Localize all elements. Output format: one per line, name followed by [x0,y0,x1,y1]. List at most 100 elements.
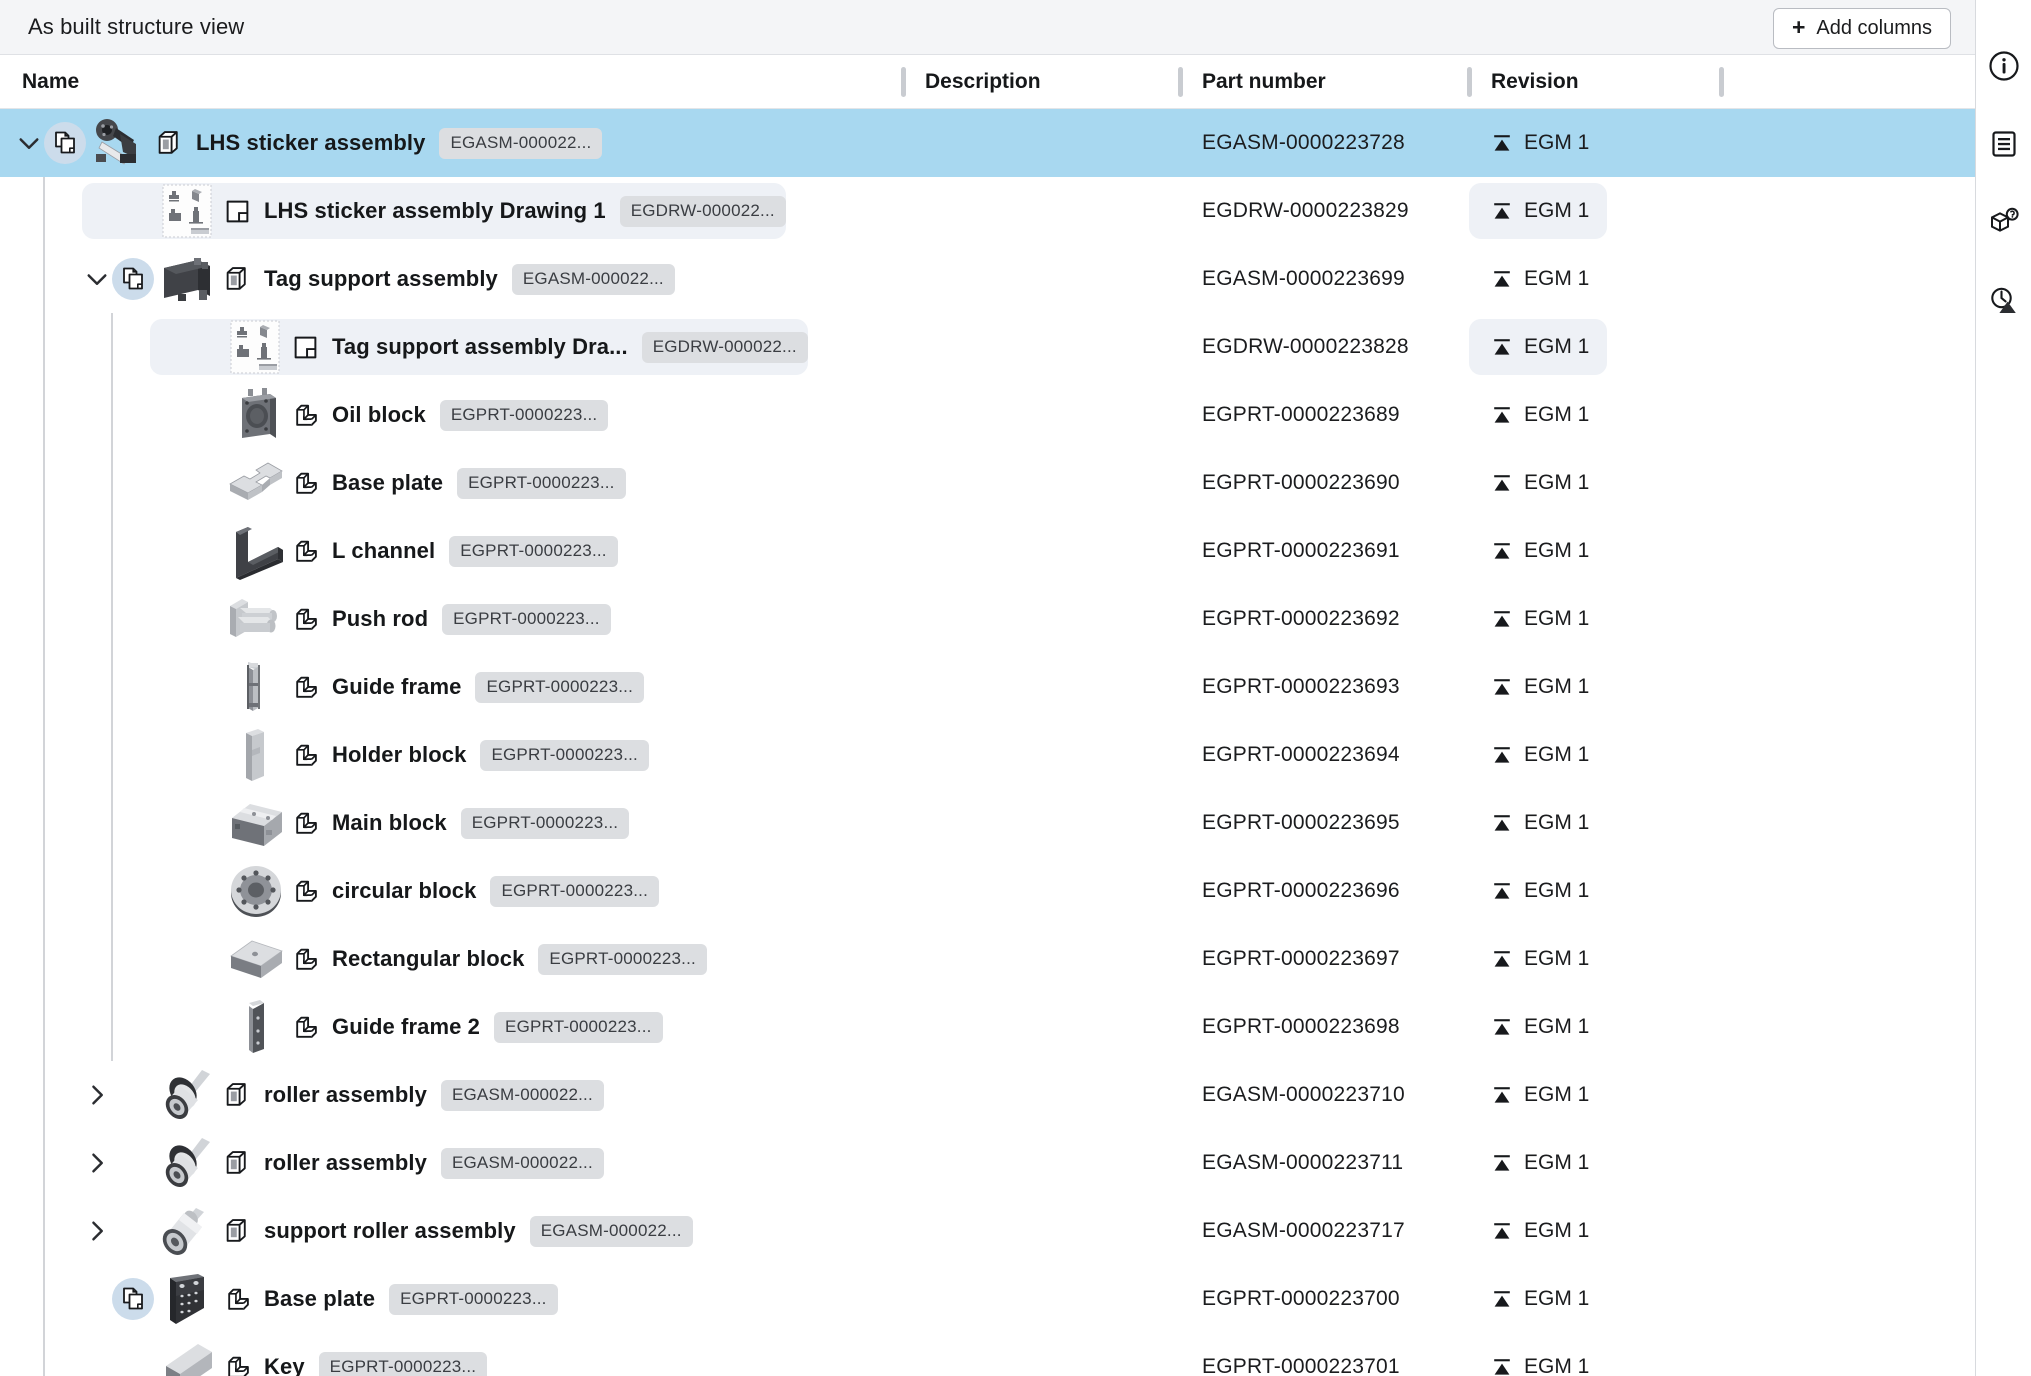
row-part-number-cell: EGASM-0000223728 [1202,131,1405,154]
chevron-right-icon [92,1085,103,1105]
row-revision-inner: EGM 1 [1469,931,1607,987]
row-identifier-tag: EGASM-000022... [440,1079,604,1111]
details-panel-button[interactable] [1984,46,2024,86]
row-revision-label: EGM 1 [1524,607,1590,630]
row-identifier-tag: EGPRT-0000223... [480,739,649,771]
row-revision-cell: EGM 1 [1469,1333,1721,1376]
row-name-cell[interactable]: Key EGPRT-0000223... [0,1333,903,1376]
table-row[interactable]: Tag support assembly EGASM-000022... EGASM… [0,245,1975,313]
column-header-name[interactable]: Name [0,55,906,108]
row-identifier-tag: EGPRT-0000223... [457,467,626,499]
tree-expander[interactable] [14,128,44,158]
revision-marker-icon [1494,135,1510,151]
row-identifier-tag: EGPRT-0000223... [439,399,609,431]
table-row[interactable]: Guide frame EGPRT-0000223... EGPRT-0000223… [0,653,1975,721]
row-name-cell[interactable]: support roller assembly EGASM-000022... [0,1197,903,1265]
copy-badge-placeholder [180,394,222,436]
structure-tree[interactable]: LHS sticker assembly EGASM-000022... EGASM… [0,109,1975,1376]
row-name-cell[interactable]: Tag support assembly Dra... EGDRW-000022.… [0,313,903,381]
row-identifier-tag: EGPRT-0000223... [460,807,630,839]
add-columns-button[interactable]: + Add columns [1772,8,1951,49]
tree-expander-placeholder [150,808,180,838]
row-label: Holder block [332,742,467,767]
table-row[interactable]: circular block EGPRT-0000223... EGPRT-0000… [0,857,1975,925]
table-row[interactable]: Oil block EGPRT-0000223... EGPRT-000022368… [0,381,1975,449]
column-header-revision[interactable]: Revision [1469,55,1724,108]
row-revision-inner: EGM 1 [1469,591,1607,647]
row-name-cell[interactable]: Base plate EGPRT-0000223... [0,1265,903,1333]
row-revision-label: EGM 1 [1524,1083,1590,1106]
row-name-cell[interactable]: Oil block EGPRT-0000223... [0,381,903,449]
row-revision-cell: EGM 1 [1469,517,1721,585]
properties-panel-button[interactable] [1984,124,2024,164]
row-label: Tag support assembly Dra... [332,334,628,359]
row-name-cell[interactable]: Guide frame EGPRT-0000223... [0,653,903,721]
table-row[interactable]: LHS sticker assembly Drawing 1 EGDRW-0000… [0,177,1975,245]
row-description-cell [903,449,1180,517]
copy-badge-placeholder [112,1210,154,1252]
row-name-cell[interactable]: circular block EGPRT-0000223... [0,857,903,925]
column-header-part-number[interactable]: Part number [1180,55,1472,108]
table-row[interactable]: Base plate EGPRT-0000223... EGPRT-00002237… [0,1265,1975,1333]
row-label: circular block [332,878,477,903]
column-header-description[interactable]: Description [903,55,1183,108]
history-panel-button[interactable] [1984,280,2024,320]
row-description-cell [903,381,1180,449]
table-header: Name Description Part number Revision [0,55,1975,109]
copy-documents-icon [55,131,75,154]
row-name-cell[interactable]: roller assembly EGASM-000022... [0,1061,903,1129]
tree-expander[interactable] [82,264,112,294]
push-rod-thumbnail-icon [230,599,277,637]
part-thumbnail [154,1064,222,1126]
tree-expander[interactable] [82,1216,112,1246]
table-row[interactable]: roller assembly EGASM-000022... EGASM-0000… [0,1061,1975,1129]
part-thumbnail [222,656,290,718]
table-row[interactable]: support roller assembly EGASM-000022... EG… [0,1197,1975,1265]
tree-expander-placeholder [150,468,180,498]
table-row[interactable]: roller assembly EGASM-000022... EGASM-0000… [0,1129,1975,1197]
tree-expander[interactable] [82,1080,112,1110]
column-resize-handle-revision[interactable] [1719,66,1724,97]
duplicate-badge-button[interactable] [44,122,86,164]
tree-expander[interactable] [82,1148,112,1178]
part-thumbnail [222,316,290,378]
row-revision-label: EGM 1 [1524,267,1590,290]
table-row[interactable]: Tag support assembly Dra... EGDRW-000022.… [0,313,1975,381]
row-name-cell[interactable]: Holder block EGPRT-0000223... [0,721,903,789]
row-name-cell[interactable]: L channel EGPRT-0000223... [0,517,903,585]
table-row[interactable]: Base plate EGPRT-0000223... EGPRT-00002236… [0,449,1975,517]
copy-badge-placeholder [180,598,222,640]
row-name-cell[interactable]: Base plate EGPRT-0000223... [0,449,903,517]
row-part-number-cell: EGPRT-0000223694 [1202,743,1400,766]
row-description-cell [903,109,1180,177]
table-row[interactable]: Guide frame 2 EGPRT-0000223... EGPRT-00002… [0,993,1975,1061]
row-name-inner: Base plate EGPRT-0000223... [82,1271,558,1327]
row-name-cell[interactable]: Push rod EGPRT-0000223... [0,585,903,653]
row-revision-inner: EGM 1 [1469,1339,1607,1376]
row-name-cell[interactable]: LHS sticker assembly EGASM-000022... [0,109,903,177]
revision-marker-icon [1494,339,1510,355]
duplicate-badge-button[interactable] [112,1278,154,1320]
row-name-cell[interactable]: Tag support assembly EGASM-000022... [0,245,903,313]
row-identifier-tag: EGASM-000022... [529,1215,693,1247]
duplicate-badge-button[interactable] [112,258,154,300]
table-row[interactable]: Key EGPRT-0000223... EGPRT-0000223701 EGM 1 [0,1333,1975,1376]
row-name-cell[interactable]: Rectangular block EGPRT-0000223... [0,925,903,993]
row-name-cell[interactable]: LHS sticker assembly Drawing 1 EGDRW-0000… [0,177,903,245]
row-name-cell[interactable]: Guide frame 2 EGPRT-0000223... [0,993,903,1061]
where-used-panel-button[interactable] [1984,202,2024,242]
table-row[interactable]: Push rod EGPRT-0000223... EGPRT-0000223692… [0,585,1975,653]
row-name-cell[interactable]: Main block EGPRT-0000223... [0,789,903,857]
table-row[interactable]: Main block EGPRT-0000223... EGPRT-00002236… [0,789,1975,857]
copy-documents-icon [123,1287,143,1310]
row-name-cell[interactable]: roller assembly EGASM-000022... [0,1129,903,1197]
table-row[interactable]: Holder block EGPRT-0000223... EGPRT-000022… [0,721,1975,789]
table-row[interactable]: LHS sticker assembly EGASM-000022... EGASM… [0,109,1975,177]
guide-frame-thumbnail-icon [247,662,260,711]
table-row[interactable]: L channel EGPRT-0000223... EGPRT-000022369… [0,517,1975,585]
row-label: Guide frame [332,674,462,699]
part-thumbnail [222,452,290,514]
cube-icon [226,1082,246,1106]
part-solid-icon [295,540,317,562]
table-row[interactable]: Rectangular block EGPRT-0000223... EGPRT-0… [0,925,1975,993]
